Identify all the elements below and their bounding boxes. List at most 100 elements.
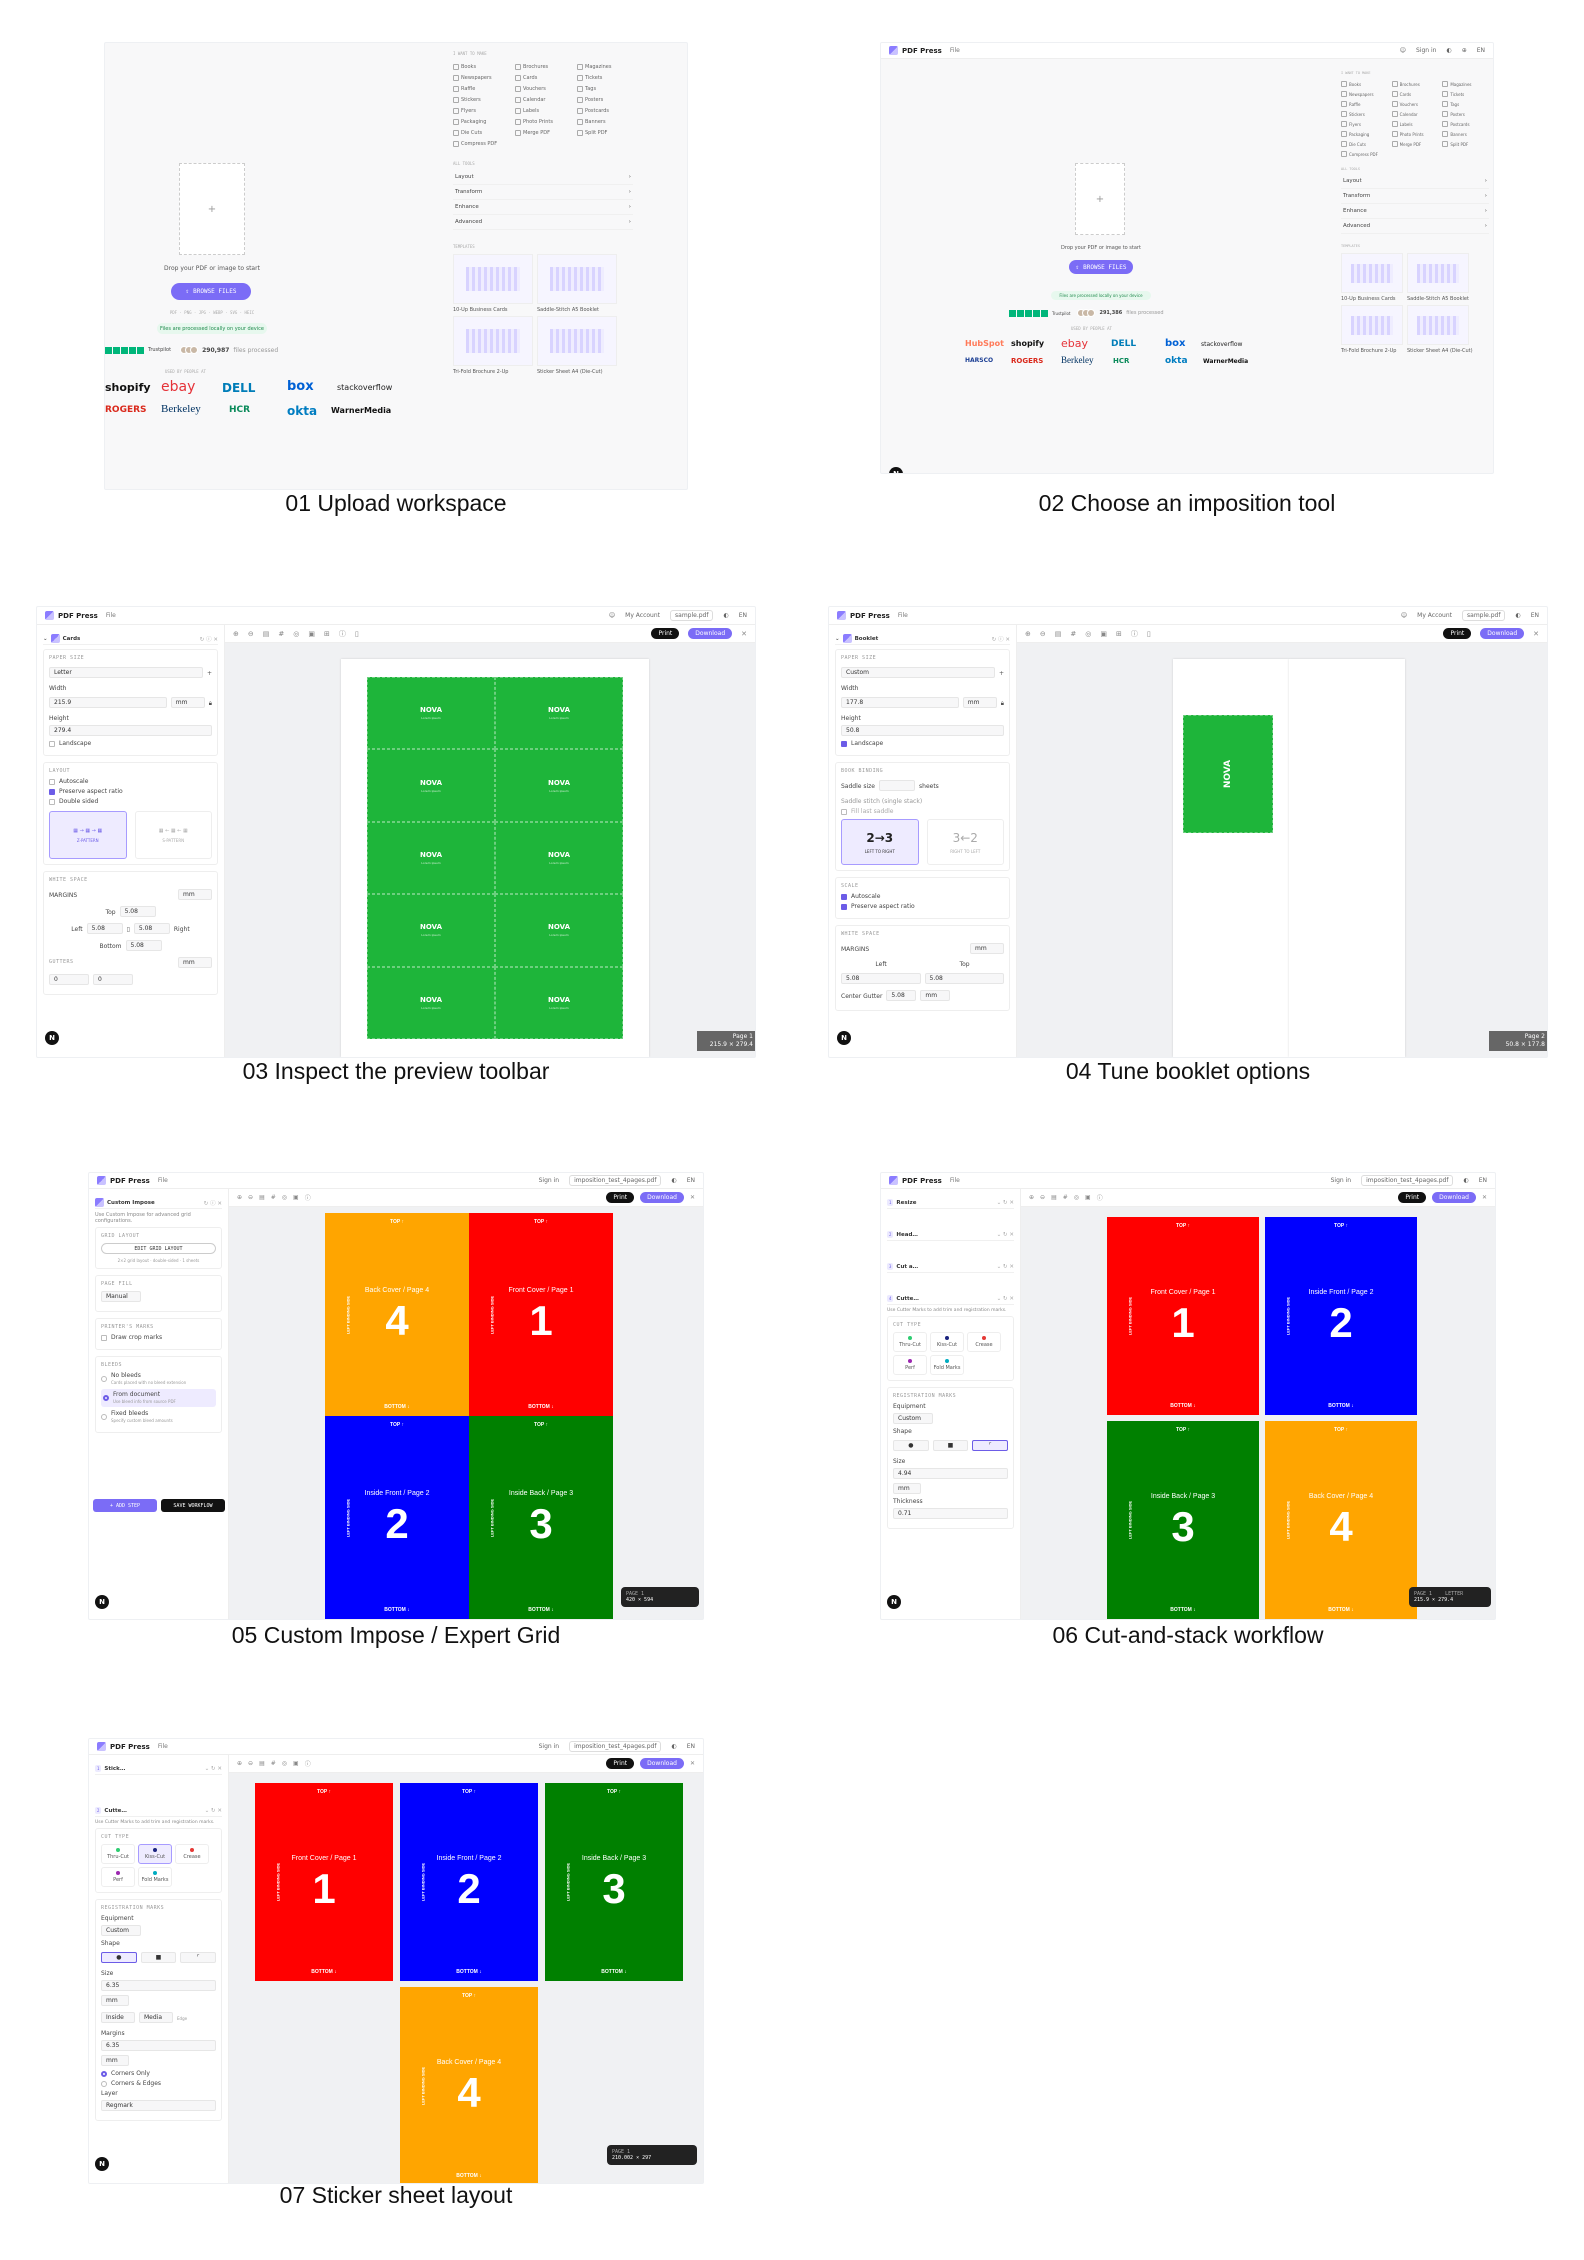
file-menu[interactable]: File (158, 1743, 168, 1750)
page-icon[interactable]: ▯ (355, 630, 359, 638)
shape-corner-option[interactable]: ⌜ (972, 1440, 1009, 1451)
tool-cards[interactable]: Cards (1392, 91, 1439, 97)
step-actions-icon[interactable]: ⌄ ↻ ✕ (997, 1296, 1014, 1302)
tool-die-cuts[interactable]: Die Cuts (1341, 141, 1388, 147)
shape-circle-option[interactable]: ● (101, 1952, 137, 1963)
chevron-down-icon[interactable]: ⌄ (835, 636, 840, 642)
file-name-chip[interactable]: sample.pdf (1462, 610, 1506, 621)
tool-actions-icon[interactable]: ↻ ⓘ ✕ (992, 635, 1010, 643)
browse-files-button[interactable]: ⇪ BROWSE FILES (171, 283, 251, 300)
tool-merge-pdf[interactable]: Merge PDF (515, 130, 571, 136)
tool-postcards[interactable]: Postcards (1442, 121, 1489, 127)
shape-circle-option[interactable]: ● (893, 1440, 929, 1451)
ruler-icon[interactable]: ⊞ (324, 630, 330, 638)
lang-selector[interactable]: EN (1477, 47, 1485, 54)
s-pattern-option[interactable]: ▦ ← ▦ ← ▦ S-PATTERN (134, 811, 212, 859)
all-tools-enhance[interactable]: Enhance › (453, 200, 633, 215)
add-icon[interactable]: + (207, 670, 212, 677)
tool-posters[interactable]: Posters (1442, 111, 1489, 117)
tool-banners[interactable]: Banners (577, 119, 633, 125)
link-icon[interactable]: ▯ (127, 926, 130, 933)
close-icon[interactable]: ✕ (1482, 1194, 1487, 1201)
from-document-radio[interactable] (103, 1395, 109, 1401)
marks-icon[interactable]: ▣ (1085, 1194, 1091, 1201)
sign-in-link[interactable]: Sign in (1416, 47, 1436, 54)
tool-newspapers[interactable]: Newspapers (1341, 91, 1388, 97)
tool-stickers[interactable]: Stickers (1341, 111, 1388, 117)
zoom-out-icon[interactable]: ⊖ (248, 630, 254, 638)
tool-actions-icon[interactable]: ↻ ⓘ ✕ (200, 635, 218, 643)
cut-type-kiss-cut[interactable]: Kiss-Cut (930, 1332, 964, 1352)
rtl-option[interactable]: 3←2 RIGHT TO LEFT (926, 819, 1004, 865)
margin-top-input[interactable]: 5.08 (119, 906, 156, 917)
template-tri-fold-brochure-2-up[interactable]: Tri-Fold Brochure 2-Up (1341, 305, 1403, 354)
step-cutter[interactable]: 4 Cutte… ⌄ ↻ ✕ (887, 1293, 1014, 1305)
preserve-aspect-checkbox[interactable] (49, 788, 55, 795)
bleed-icon[interactable]: ◎ (282, 1194, 287, 1201)
tool-calendar[interactable]: Calendar (515, 97, 571, 103)
tool-labels[interactable]: Labels (1392, 121, 1439, 127)
theme-icon[interactable]: ◐ (1463, 1177, 1468, 1184)
all-tools-layout[interactable]: Layout › (453, 170, 633, 185)
grid-icon[interactable]: # (271, 1194, 276, 1201)
bleed-icon[interactable]: ◎ (1074, 1194, 1079, 1201)
fit-icon[interactable]: ▤ (1055, 630, 1062, 638)
step-actions-icon[interactable]: ⌄ ↻ ✕ (997, 1264, 1014, 1270)
tool-cards[interactable]: Cards (515, 75, 571, 81)
zoom-out-icon[interactable]: ⊖ (1040, 1194, 1045, 1201)
edit-grid-button[interactable]: EDIT GRID LAYOUT (101, 1243, 216, 1254)
fixed-bleeds-radio[interactable] (101, 1414, 107, 1420)
file-menu[interactable]: File (950, 47, 960, 54)
saddle-size-input[interactable] (879, 780, 916, 791)
download-button[interactable]: Download (640, 1758, 684, 1769)
all-tools-transform[interactable]: Transform › (1341, 189, 1489, 204)
sign-in-link[interactable]: Sign in (1331, 1177, 1351, 1184)
ruler-icon[interactable]: ⊞ (1116, 630, 1122, 638)
n-badge[interactable]: N (837, 1031, 851, 1045)
margin-bottom-input[interactable]: 5.08 (125, 940, 162, 951)
lang-selector[interactable]: EN (1531, 612, 1539, 619)
step-actions-icon[interactable]: ⌄ ↻ ✕ (205, 1766, 222, 1772)
file-name-chip[interactable]: imposition_test_4pages.pdf (569, 1741, 662, 1752)
all-tools-layout[interactable]: Layout › (1341, 174, 1489, 189)
autoscale-checkbox[interactable] (49, 778, 55, 785)
add-step-button[interactable]: + ADD STEP (93, 1499, 157, 1512)
n-badge[interactable]: N (95, 1595, 109, 1609)
step-resize[interactable]: 1 Resize ⌄ ↻ ✕ (887, 1197, 1014, 1209)
tool-split-pdf[interactable]: Split PDF (1442, 141, 1489, 147)
print-button[interactable]: Print (606, 1758, 635, 1769)
n-badge[interactable]: N (887, 1595, 901, 1609)
cut-type-thru-cut[interactable]: Thru-Cut (893, 1332, 927, 1352)
landscape-checkbox[interactable] (49, 740, 55, 747)
lang-selector[interactable]: EN (687, 1743, 695, 1750)
cut-type-fold-marks[interactable]: Fold Marks (138, 1867, 172, 1887)
margin-unit-select[interactable]: mm (970, 943, 1004, 954)
file-menu[interactable]: File (106, 612, 116, 619)
theme-icon[interactable]: ◐ (723, 612, 728, 619)
template-10-up-business-cards[interactable]: 10-Up Business Cards (453, 254, 533, 313)
file-name-chip[interactable]: sample.pdf (670, 610, 714, 621)
sign-in-link[interactable]: Sign in (539, 1743, 559, 1750)
info-icon[interactable]: ⓘ (1097, 1193, 1103, 1202)
shape-square-option[interactable]: ■ (140, 1952, 177, 1963)
lang-selector[interactable]: EN (1479, 1177, 1487, 1184)
lock-icon[interactable]: 🔒︎ (209, 700, 212, 708)
margin-left-input[interactable]: 5.08 (86, 923, 123, 934)
tool-brochures[interactable]: Brochures (515, 64, 571, 70)
my-account-link[interactable]: My Account (625, 612, 660, 619)
all-tools-transform[interactable]: Transform › (453, 185, 633, 200)
zoom-in-icon[interactable]: ⊕ (233, 630, 239, 638)
n-badge[interactable]: N (45, 1031, 59, 1045)
tool-tickets[interactable]: Tickets (577, 75, 633, 81)
shape-corner-option[interactable]: ⌜ (180, 1952, 217, 1963)
gutter-unit-select[interactable]: mm (920, 990, 951, 1001)
cut-type-thru-cut[interactable]: Thru-Cut (101, 1844, 135, 1864)
file-menu[interactable]: File (950, 1177, 960, 1184)
close-icon[interactable]: ✕ (690, 1194, 695, 1201)
tool-packaging[interactable]: Packaging (1341, 131, 1388, 137)
zoom-in-icon[interactable]: ⊕ (237, 1194, 242, 1201)
step-head[interactable]: 2 Head… ⌄ ↻ ✕ (887, 1229, 1014, 1241)
gutter-unit-select[interactable]: mm (178, 957, 212, 968)
marks-icon[interactable]: ▣ (1100, 630, 1107, 638)
fit-icon[interactable]: ▤ (259, 1194, 265, 1201)
